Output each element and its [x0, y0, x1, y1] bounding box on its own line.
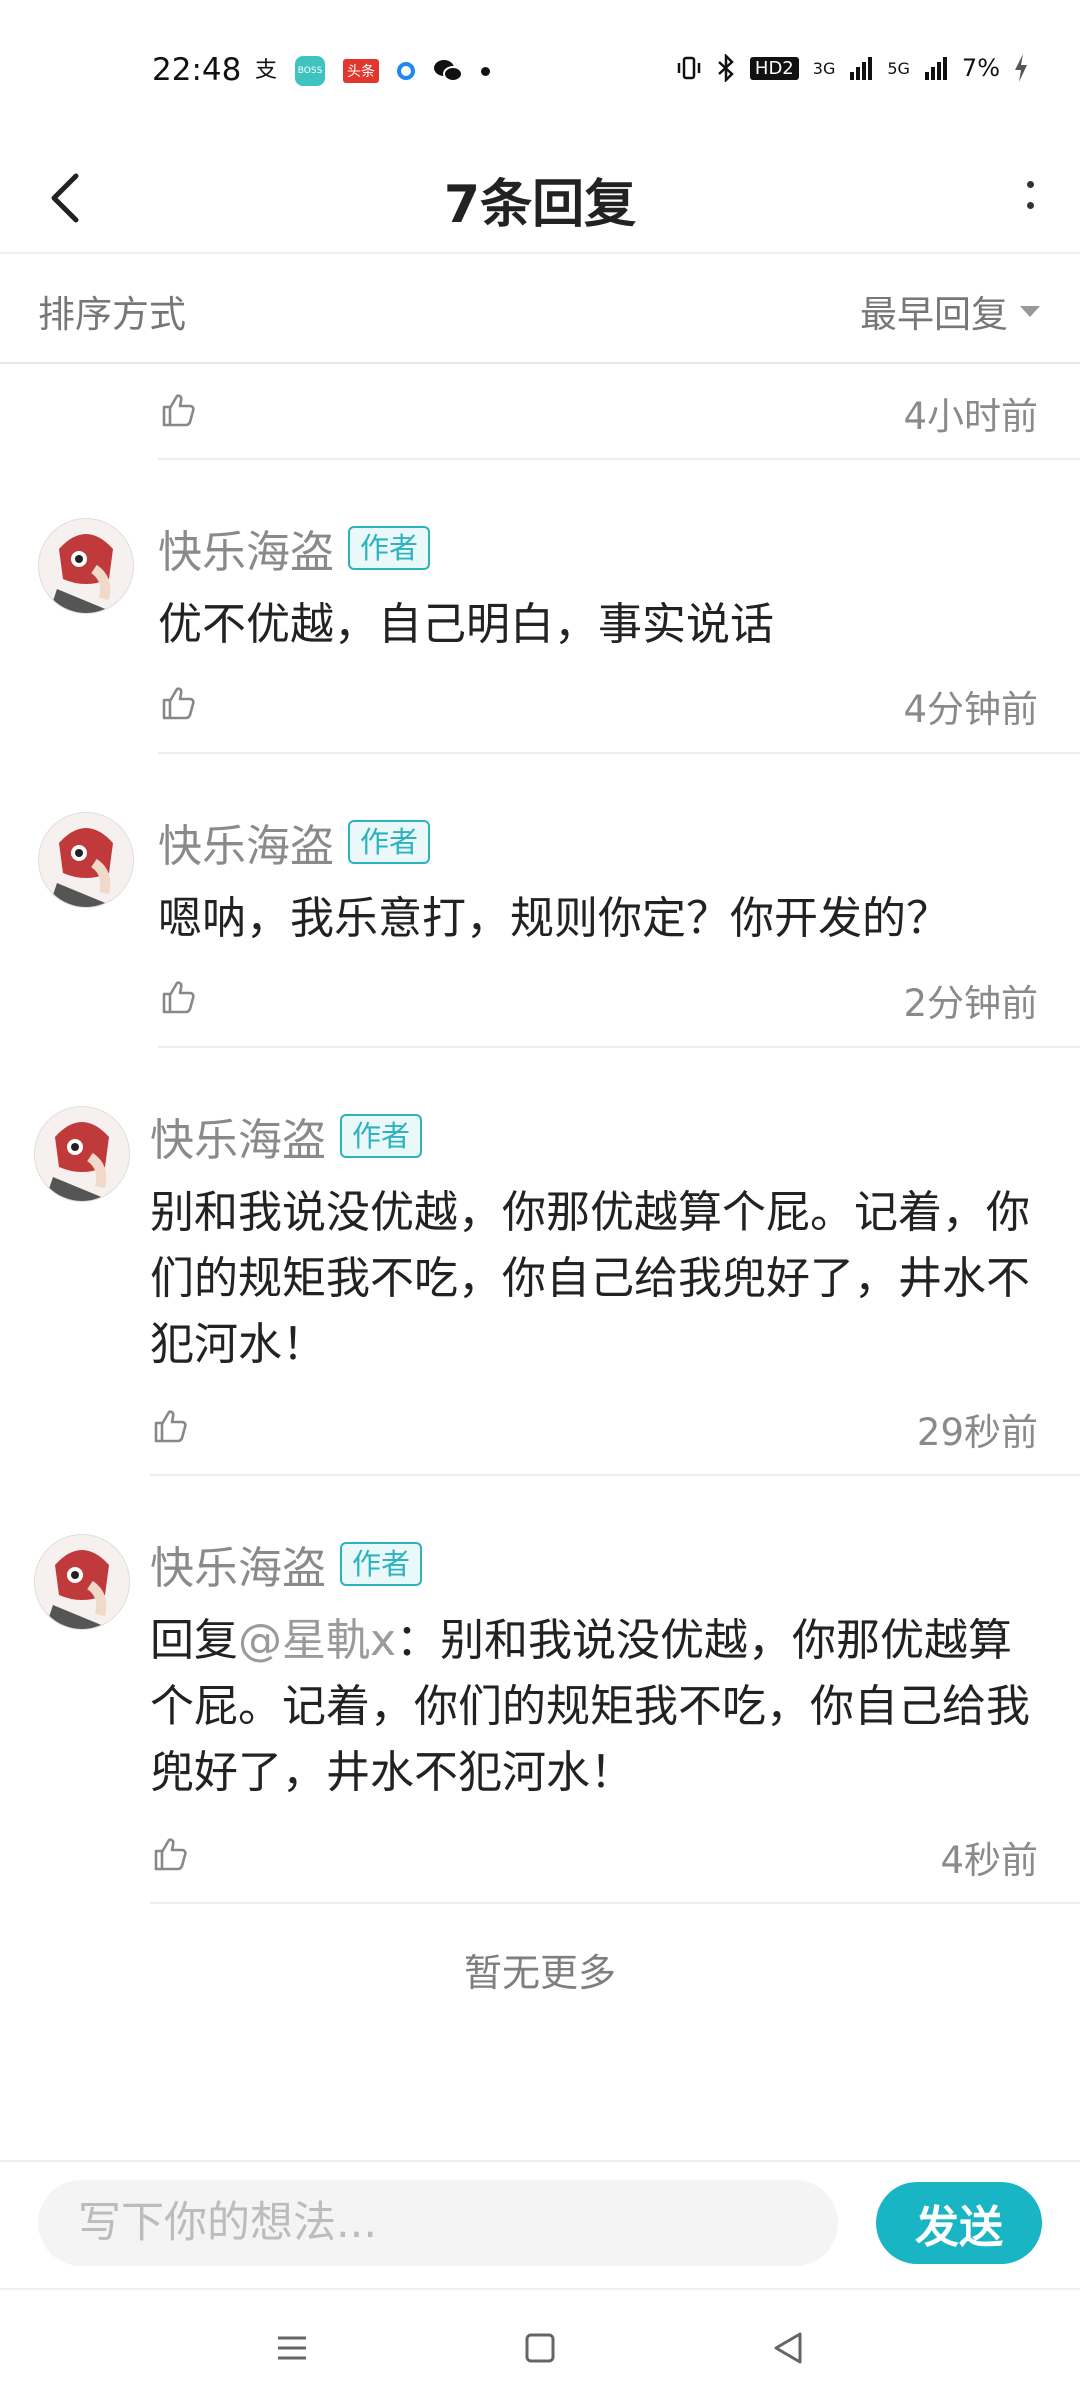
thumbs-up-icon[interactable]: [158, 977, 198, 1017]
sort-selected-value: 最早回复: [860, 293, 1008, 336]
author-badge: 作者: [340, 1114, 423, 1158]
system-icons: HD2 3G 5G 7%: [676, 54, 1028, 82]
comment-time: 2分钟前: [903, 982, 1038, 1025]
system-nav-bar: [0, 2288, 1080, 2402]
notification-icons: 支 BOSS 头条: [255, 56, 491, 86]
divider: [150, 1902, 1080, 1904]
toutiao-icon: 头条: [343, 59, 380, 83]
signal-icon-2: [924, 57, 947, 80]
comment-time: 4秒前: [940, 1839, 1038, 1882]
comment-author-row: 快乐海盗 作者: [158, 810, 431, 874]
sort-bar: 排序方式 最早回复: [0, 254, 1080, 364]
more-options-button[interactable]: [1000, 162, 1060, 228]
comment-author-row: 快乐海盗 作者: [150, 1104, 423, 1168]
hd-icon: HD2: [749, 56, 799, 80]
menu-icon[interactable]: [262, 2318, 322, 2378]
battery-level: 7%: [961, 54, 1000, 82]
avatar[interactable]: [38, 812, 134, 908]
comment-text[interactable]: 回复@星軌x：别和我说没优越，你那优越算个屁。记着，你们的规矩我不吃，你自己给我…: [150, 1608, 1050, 1806]
thumbs-up-icon[interactable]: [150, 1406, 190, 1446]
mention-link[interactable]: @星軌x: [238, 1615, 396, 1666]
comment-author-row: 快乐海盗 作者: [150, 1532, 423, 1596]
reply-prefix: 回复: [150, 1615, 238, 1666]
page-title: 7条回复: [443, 175, 637, 235]
divider: [150, 1474, 1080, 1476]
home-icon[interactable]: [510, 2318, 570, 2378]
more-dot: [1026, 181, 1034, 188]
dot-icon: [481, 66, 491, 76]
reply-input-bar: 发送: [0, 2160, 1080, 2286]
sort-label: 排序方式: [38, 293, 186, 336]
avatar-image: [35, 1107, 129, 1201]
author-badge: 作者: [348, 526, 431, 570]
vibrate-icon: [677, 56, 701, 80]
avatar[interactable]: [38, 518, 134, 614]
comment-time: 29秒前: [916, 1411, 1038, 1454]
no-more-label: 暂无更多: [463, 1951, 616, 1995]
more-dot: [1026, 202, 1034, 209]
status-time: 22:48: [152, 52, 242, 88]
avatar-image: [39, 813, 133, 907]
bluetooth-icon: [718, 54, 734, 82]
circle-app-icon: [397, 62, 416, 80]
sort-dropdown[interactable]: 最早回复: [860, 284, 1040, 338]
avatar[interactable]: [34, 1106, 130, 1202]
boss-icon: BOSS: [295, 56, 326, 86]
divider: [158, 458, 1080, 460]
avatar[interactable]: [34, 1534, 130, 1630]
comment-text[interactable]: 嗯呐，我乐意打，规则你定？你开发的？: [158, 886, 1080, 952]
signal-icon: [850, 57, 873, 80]
top-bar: 7条回复: [0, 140, 1080, 254]
comment-author-row: 快乐海盗 作者: [158, 516, 431, 580]
charging-icon: [1015, 54, 1027, 82]
author-name[interactable]: 快乐海盗: [158, 516, 334, 580]
alipay-icon: 支: [255, 58, 278, 83]
author-badge: 作者: [340, 1542, 423, 1586]
comment-input[interactable]: [38, 2180, 838, 2266]
avatar-image: [39, 519, 133, 613]
divider: [158, 1046, 1080, 1048]
author-name[interactable]: 快乐海盗: [158, 810, 334, 874]
author-name[interactable]: 快乐海盗: [150, 1104, 326, 1168]
avatar-image: [35, 1535, 129, 1629]
thumbs-up-icon[interactable]: [150, 1834, 190, 1874]
comment-text[interactable]: 别和我说没优越，你那优越算个屁。记着，你们的规矩我不吃，你自己给我兜好了，井水不…: [150, 1180, 1040, 1378]
thumbs-up-icon[interactable]: [158, 390, 198, 430]
comment-text[interactable]: 优不优越，自己明白，事实说话: [158, 592, 1080, 658]
network-3g: 3G: [812, 58, 836, 78]
comment-time: 4小时前: [903, 395, 1038, 438]
comment-time: 4分钟前: [903, 688, 1038, 731]
send-button[interactable]: 发送: [876, 2182, 1042, 2264]
status-bar: 22:48 支 BOSS 头条 HD2 3G 5G 7%: [0, 0, 1080, 140]
wechat-icon: [434, 60, 464, 82]
network-5g: 5G: [887, 58, 910, 78]
back-triangle-icon[interactable]: [758, 2318, 818, 2378]
author-badge: 作者: [348, 820, 431, 864]
divider: [158, 752, 1080, 754]
caret-down-icon: [1020, 305, 1040, 317]
thumbs-up-icon[interactable]: [158, 683, 198, 723]
author-name[interactable]: 快乐海盗: [150, 1532, 326, 1596]
